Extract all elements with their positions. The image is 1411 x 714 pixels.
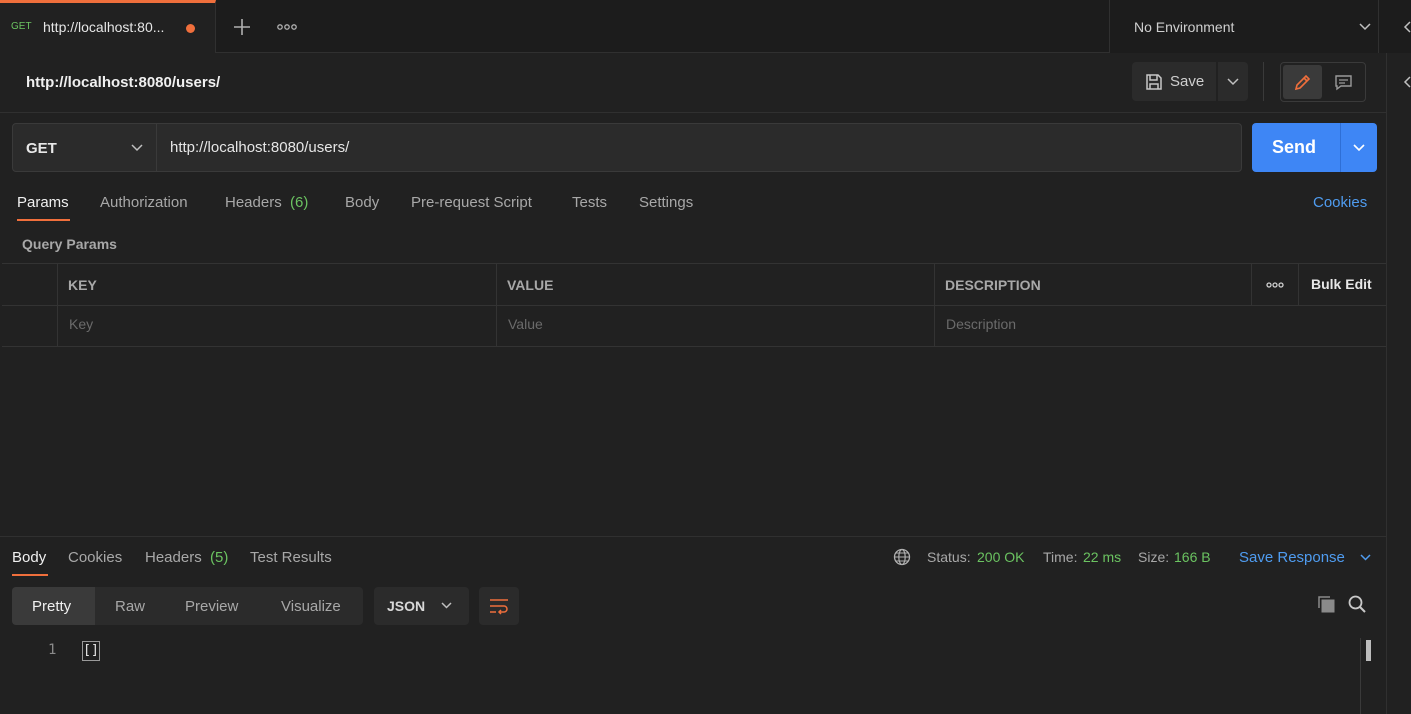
tab-pre-request-script[interactable]: Pre-request Script: [411, 194, 532, 211]
table-column-divider: [934, 263, 935, 347]
response-body-content[interactable]: []: [82, 641, 100, 661]
chevron-down-icon[interactable]: [130, 142, 144, 154]
scrollbar-track[interactable]: [1360, 638, 1361, 714]
tab-settings[interactable]: Settings: [639, 194, 693, 211]
scrollbar-thumb[interactable]: [1366, 640, 1371, 661]
table-column-divider: [57, 263, 58, 347]
tab-tests[interactable]: Tests: [572, 194, 607, 211]
response-tab-body[interactable]: Body: [12, 549, 46, 566]
save-response-button[interactable]: Save Response: [1239, 549, 1345, 566]
tab-body[interactable]: Body: [345, 194, 379, 211]
time-value[interactable]: 22 ms: [1083, 549, 1121, 565]
tab-headers[interactable]: Headers: [225, 194, 282, 211]
view-pretty-label[interactable]: Pretty: [32, 598, 71, 615]
more-icon[interactable]: [276, 20, 298, 34]
column-header-value: VALUE: [507, 277, 554, 293]
query-params-title: Query Params: [22, 236, 117, 252]
status-label: Status:: [927, 549, 971, 565]
size-value[interactable]: 166 B: [1174, 549, 1211, 565]
pane-divider[interactable]: [0, 536, 1386, 537]
status-value[interactable]: 200 OK: [977, 549, 1024, 565]
table-column-divider: [1251, 263, 1252, 305]
description-field[interactable]: Description: [946, 316, 1016, 332]
value-field[interactable]: Value: [508, 316, 543, 332]
copy-icon[interactable]: [1316, 594, 1336, 614]
active-tab-indicator: [12, 574, 48, 576]
table-row-divider: [2, 305, 1386, 306]
response-tab-test-results[interactable]: Test Results: [250, 549, 332, 566]
tab-title: http://localhost:80...: [43, 19, 165, 35]
save-dropdown-button[interactable]: [1218, 62, 1248, 101]
bulk-edit-button[interactable]: Bulk Edit: [1311, 276, 1372, 292]
tab-method-label: GET: [11, 21, 32, 32]
chevron-down-icon[interactable]: [440, 600, 453, 611]
send-button-label[interactable]: Send: [1272, 137, 1316, 158]
right-panel-divider: [1386, 53, 1387, 714]
comment-icon[interactable]: [1324, 65, 1363, 99]
cookies-link[interactable]: Cookies: [1313, 194, 1367, 211]
size-label: Size:: [1138, 549, 1170, 565]
column-header-description: DESCRIPTION: [945, 277, 1041, 293]
line-number: 1: [48, 642, 57, 658]
tab-authorization[interactable]: Authorization: [100, 194, 188, 211]
chevron-left-icon[interactable]: [1402, 76, 1411, 88]
edit-button[interactable]: [1283, 65, 1322, 99]
active-tab-indicator: [17, 219, 70, 221]
method-label[interactable]: GET: [26, 140, 57, 157]
headers-count-badge[interactable]: (6): [290, 194, 308, 211]
send-dropdown-button[interactable]: [1340, 123, 1377, 172]
chevron-down-icon[interactable]: [1359, 552, 1372, 563]
request-name[interactable]: http://localhost:8080/users/: [26, 74, 220, 91]
format-select-value[interactable]: JSON: [387, 598, 425, 614]
environment-label[interactable]: No Environment: [1134, 19, 1234, 35]
table-column-divider: [496, 263, 497, 347]
more-icon[interactable]: [1266, 280, 1284, 290]
key-field[interactable]: Key: [69, 316, 93, 332]
wrap-lines-button[interactable]: [479, 587, 519, 625]
table-column-divider: [1298, 263, 1299, 305]
tab-params[interactable]: Params: [17, 194, 69, 211]
url-input-value[interactable]: http://localhost:8080/users/: [170, 139, 349, 156]
search-icon[interactable]: [1347, 594, 1367, 614]
view-raw-button[interactable]: Raw: [115, 598, 145, 615]
response-tab-cookies[interactable]: Cookies: [68, 549, 122, 566]
save-icon: [1145, 73, 1163, 91]
save-button-label[interactable]: Save: [1170, 73, 1204, 90]
response-tab-headers[interactable]: Headers: [145, 549, 202, 566]
unsaved-indicator-dot: [186, 24, 195, 33]
chevron-down-icon[interactable]: [1358, 21, 1372, 33]
chevron-left-icon[interactable]: [1402, 21, 1411, 33]
divider: [1378, 0, 1379, 53]
divider: [0, 112, 1386, 113]
response-headers-count[interactable]: (5): [210, 549, 228, 566]
time-label: Time:: [1043, 549, 1078, 565]
view-preview-button[interactable]: Preview: [185, 598, 238, 615]
divider: [1263, 62, 1264, 101]
plus-icon[interactable]: [230, 15, 254, 39]
globe-icon[interactable]: [893, 548, 911, 566]
view-visualize-button[interactable]: Visualize: [281, 598, 341, 615]
column-header-key: KEY: [68, 277, 97, 293]
wrap-icon: [490, 599, 508, 615]
